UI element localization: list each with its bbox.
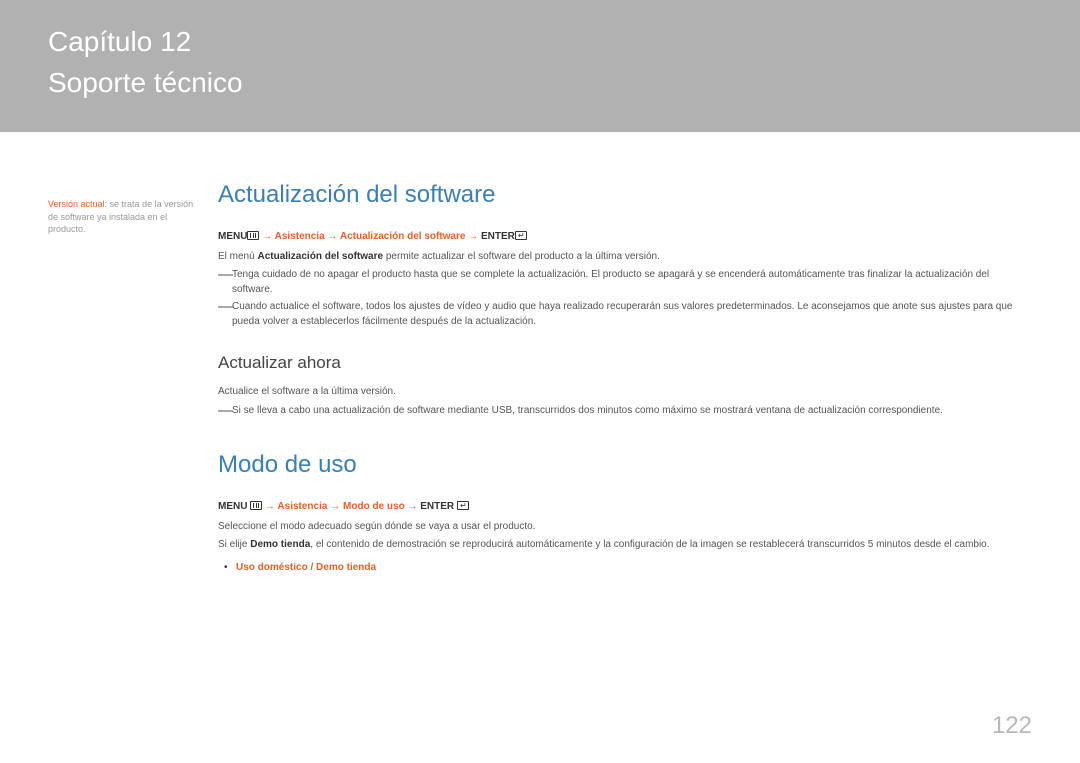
nav-menu-label: MENU (218, 501, 247, 512)
section-title-usage-mode: Modo de uso (218, 448, 1032, 482)
sidebar-version-label: Versión actual (48, 199, 105, 209)
nav-enter-label: ENTER (481, 231, 515, 242)
update-note-list: ― Si se lleva a cabo una actualización d… (218, 404, 1032, 419)
nav-p2: Modo de uso (343, 501, 405, 512)
nav-p2: Actualización del software (340, 231, 466, 242)
option-sep: / (308, 562, 316, 573)
subsection-title-update-now: Actualizar ahora (218, 351, 1032, 375)
menu-icon (250, 501, 262, 510)
nav-arrow: → (325, 231, 340, 242)
update-note-item: ― Si se lleva a cabo una actualización d… (218, 404, 1032, 419)
enter-icon (457, 501, 469, 510)
nav-enter-label: ENTER (420, 501, 454, 512)
menu-icon (247, 231, 259, 240)
sidebar-note: Versión actual: se trata de la versión d… (48, 132, 218, 574)
option-home-use: Uso doméstico (236, 562, 308, 573)
caution-item: ― Tenga cuidado de no apagar el producto… (218, 268, 1032, 297)
usage-mode-options: • Uso doméstico / Demo tienda (218, 561, 1032, 575)
p2-post: , el contenido de demostración se reprod… (310, 539, 989, 550)
intro-post: permite actualizar el software del produ… (383, 251, 660, 262)
dash-icon: ― (218, 300, 232, 329)
nav-p1: Asistencia (275, 231, 325, 242)
update-now-text: Actualice el software a la última versió… (218, 385, 1032, 400)
nav-arrow: → (262, 501, 277, 512)
p2-pre: Si elije (218, 539, 250, 550)
chapter-header: Capítulo 12 Soporte técnico (0, 0, 1080, 132)
chapter-number: Capítulo 12 (48, 22, 1032, 61)
usage-mode-p2: Si elije Demo tienda, el contenido de de… (218, 538, 1032, 553)
caution-list: ― Tenga cuidado de no apagar el producto… (218, 268, 1032, 329)
nav-arrow: → (259, 231, 274, 242)
intro-text: El menú Actualización del software permi… (218, 250, 1032, 265)
nav-menu-label: MENU (218, 231, 247, 242)
caution-text: Tenga cuidado de no apagar el producto h… (232, 268, 1032, 297)
p2-bold: Demo tienda (250, 539, 310, 550)
bullet-icon: • (224, 561, 236, 575)
caution-item: ― Cuando actualice el software, todos lo… (218, 300, 1032, 329)
option-demo-store: Demo tienda (316, 562, 376, 573)
nav-path-software-update: MENU → Asistencia → Actualización del so… (218, 230, 1032, 244)
page-number: 122 (992, 709, 1032, 743)
section-title-software-update: Actualización del software (218, 178, 1032, 212)
main-column: Actualización del software MENU → Asiste… (218, 132, 1032, 574)
chapter-title: Soporte técnico (48, 63, 1032, 102)
enter-icon (515, 231, 527, 240)
usage-mode-p1: Seleccione el modo adecuado según dónde … (218, 520, 1032, 535)
nav-arrow: → (405, 501, 421, 512)
intro-bold: Actualización del software (257, 251, 383, 262)
page-content: Versión actual: se trata de la versión d… (0, 132, 1080, 574)
dash-icon: ― (218, 268, 232, 297)
dash-icon: ― (218, 404, 232, 419)
caution-text: Cuando actualice el software, todos los … (232, 300, 1032, 329)
update-note-text: Si se lleva a cabo una actualización de … (232, 404, 1032, 419)
intro-pre: El menú (218, 251, 257, 262)
options-text: Uso doméstico / Demo tienda (236, 561, 376, 575)
nav-arrow: → (327, 501, 343, 512)
nav-arrow: → (465, 231, 481, 242)
nav-path-usage-mode: MENU → Asistencia → Modo de uso → ENTER (218, 500, 1032, 514)
nav-p1: Asistencia (277, 501, 327, 512)
